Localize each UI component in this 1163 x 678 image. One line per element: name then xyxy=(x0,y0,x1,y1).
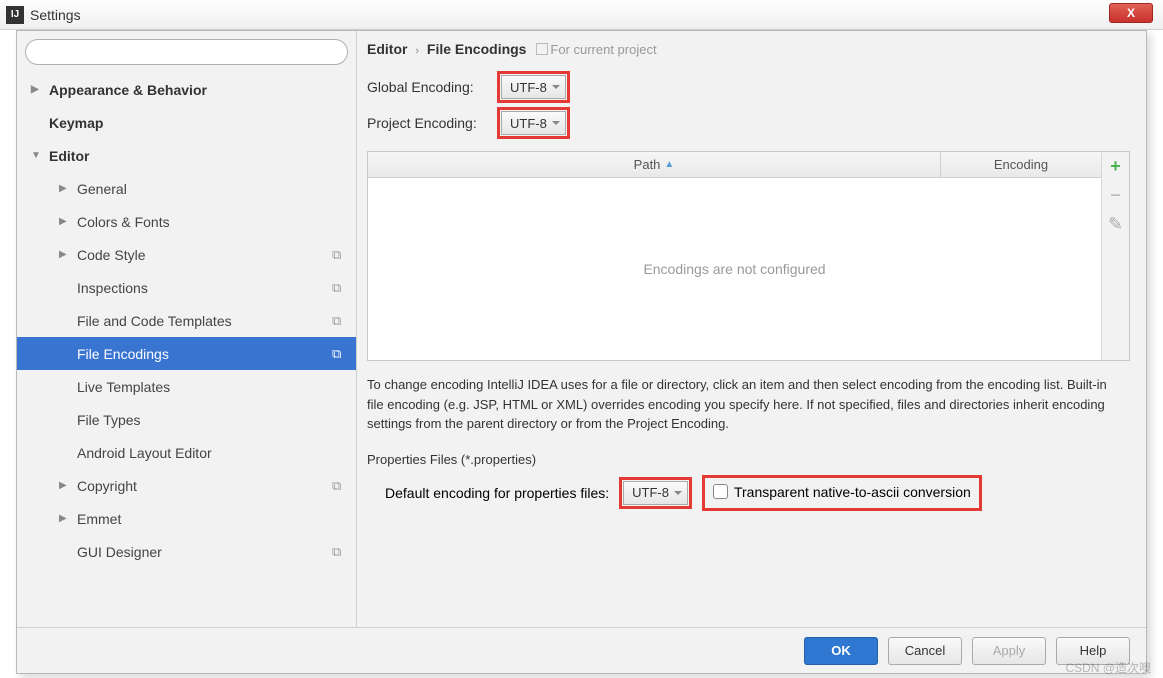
tree-templates[interactable]: File and Code Templates⧉ xyxy=(17,304,356,337)
copy-icon: ⧉ xyxy=(332,280,356,296)
close-button[interactable]: X xyxy=(1109,3,1153,23)
add-button[interactable]: + xyxy=(1110,156,1121,177)
transparent-checkbox-wrap[interactable]: Transparent native-to-ascii conversion xyxy=(713,484,971,500)
copy-icon: ⧉ xyxy=(332,346,356,362)
chevron-right-icon: ▶ xyxy=(59,480,73,491)
copy-icon: ⧉ xyxy=(332,478,356,494)
highlight-box: UTF-8 xyxy=(619,477,692,509)
tree-general[interactable]: ▶General xyxy=(17,172,356,205)
tree-copyright[interactable]: ▶Copyright⧉ xyxy=(17,469,356,502)
sidebar: 🔍 ▶Appearance & Behavior Keymap ▼Editor … xyxy=(17,31,357,627)
tree-live[interactable]: Live Templates xyxy=(17,370,356,403)
project-encoding-dropdown[interactable]: UTF-8 xyxy=(501,111,566,135)
ok-button[interactable]: OK xyxy=(804,637,878,665)
dialog-footer: OK Cancel Apply Help xyxy=(17,627,1146,673)
title-bar: IJ Settings X xyxy=(0,0,1163,30)
dialog-content: 🔍 ▶Appearance & Behavior Keymap ▼Editor … xyxy=(17,31,1146,627)
apply-button[interactable]: Apply xyxy=(972,637,1046,665)
copy-icon: ⧉ xyxy=(332,313,356,329)
tree-editor[interactable]: ▼Editor xyxy=(17,139,356,172)
tree-appearance[interactable]: ▶Appearance & Behavior xyxy=(17,73,356,106)
chevron-right-icon: ▶ xyxy=(59,183,73,194)
tree-emmet[interactable]: ▶Emmet xyxy=(17,502,356,535)
table-toolbar: + − ✎ xyxy=(1101,152,1129,360)
copy-icon: ⧉ xyxy=(332,247,356,263)
project-encoding-row: Project Encoding: UTF-8 xyxy=(367,107,1130,139)
crumb-editor: Editor xyxy=(367,41,407,57)
tree-codestyle[interactable]: ▶Code Style⧉ xyxy=(17,238,356,271)
highlight-box: UTF-8 xyxy=(497,71,570,103)
help-text: To change encoding IntelliJ IDEA uses fo… xyxy=(367,375,1130,434)
project-encoding-label: Project Encoding: xyxy=(367,115,497,131)
global-encoding-dropdown[interactable]: UTF-8 xyxy=(501,75,566,99)
global-encoding-label: Global Encoding: xyxy=(367,79,497,95)
transparent-label: Transparent native-to-ascii conversion xyxy=(734,484,971,500)
tree-colors[interactable]: ▶Colors & Fonts xyxy=(17,205,356,238)
settings-tree: ▶Appearance & Behavior Keymap ▼Editor ▶G… xyxy=(17,73,356,627)
col-encoding[interactable]: Encoding xyxy=(941,152,1101,177)
properties-encoding-dropdown[interactable]: UTF-8 xyxy=(623,481,688,505)
search-wrap: 🔍 xyxy=(17,31,356,73)
watermark: CSDN @造次噢 xyxy=(1065,659,1151,676)
app-icon: IJ xyxy=(6,6,24,24)
tree-filetypes[interactable]: File Types xyxy=(17,403,356,436)
col-path[interactable]: Path▲ xyxy=(368,152,941,177)
global-encoding-row: Global Encoding: UTF-8 xyxy=(367,71,1130,103)
chevron-right-icon: ▶ xyxy=(59,513,73,524)
sort-asc-icon: ▲ xyxy=(664,159,674,170)
encodings-table: Path▲ Encoding Encodings are not configu… xyxy=(367,151,1130,361)
tree-file-encodings[interactable]: File Encodings⧉ xyxy=(17,337,356,370)
copy-icon: ⧉ xyxy=(332,544,356,560)
remove-button[interactable]: − xyxy=(1110,185,1121,206)
properties-section-label: Properties Files (*.properties) xyxy=(367,452,1130,467)
crumb-page: File Encodings xyxy=(427,41,527,57)
project-scope-icon xyxy=(536,43,548,55)
window-title: Settings xyxy=(30,7,81,23)
highlight-box: Transparent native-to-ascii conversion xyxy=(702,475,982,512)
chevron-right-icon: › xyxy=(415,45,419,57)
tree-android[interactable]: Android Layout Editor xyxy=(17,436,356,469)
transparent-checkbox[interactable] xyxy=(713,484,728,499)
edit-button[interactable]: ✎ xyxy=(1108,214,1123,235)
chevron-right-icon: ▶ xyxy=(59,216,73,227)
scope-label: For current project xyxy=(536,42,656,57)
chevron-right-icon: ▶ xyxy=(59,249,73,260)
settings-dialog: 🔍 ▶Appearance & Behavior Keymap ▼Editor … xyxy=(16,30,1147,674)
cancel-button[interactable]: Cancel xyxy=(888,637,962,665)
tree-inspections[interactable]: Inspections⧉ xyxy=(17,271,356,304)
main-panel: Editor › File Encodings For current proj… xyxy=(357,31,1146,627)
search-input[interactable] xyxy=(25,39,348,65)
table-main: Path▲ Encoding Encodings are not configu… xyxy=(368,152,1101,360)
chevron-down-icon: ▼ xyxy=(31,150,45,161)
properties-row: Default encoding for properties files: U… xyxy=(367,475,1130,512)
tree-keymap[interactable]: Keymap xyxy=(17,106,356,139)
table-empty-text: Encodings are not configured xyxy=(368,178,1101,360)
highlight-box: UTF-8 xyxy=(497,107,570,139)
breadcrumb: Editor › File Encodings For current proj… xyxy=(367,41,1130,57)
properties-encoding-label: Default encoding for properties files: xyxy=(385,485,609,501)
table-header: Path▲ Encoding xyxy=(368,152,1101,178)
chevron-right-icon: ▶ xyxy=(31,84,45,95)
tree-gui[interactable]: GUI Designer⧉ xyxy=(17,535,356,568)
